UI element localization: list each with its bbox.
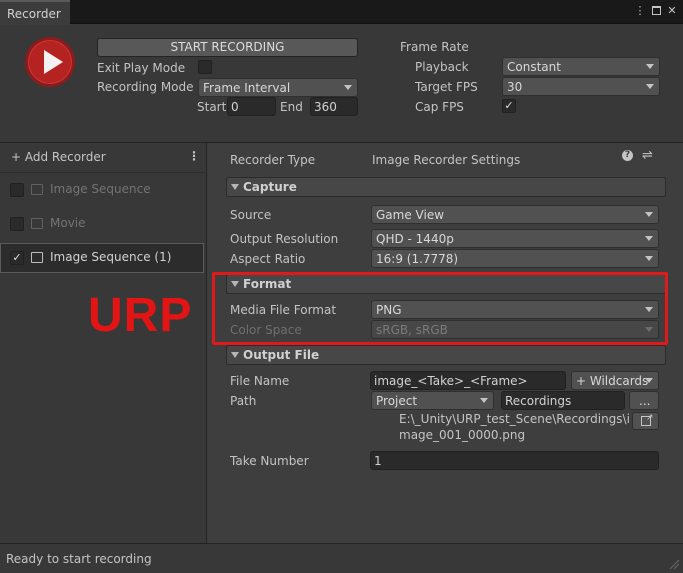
recording-mode-value: Frame Interval [203,81,291,95]
start-recording-button[interactable]: START RECORDING [97,38,358,57]
take-number-field[interactable]: 1 [370,451,659,470]
status-text: Ready to start recording [6,552,152,566]
output-file-section-header[interactable]: Output File [226,345,666,365]
path-root-dropdown[interactable]: Project [371,391,494,410]
wildcards-dropdown[interactable]: + Wildcards [571,371,659,390]
full-path-line-2: mage_001_0000.png [399,428,526,442]
add-recorder-button[interactable]: + Add Recorder [11,149,106,165]
window-tab-strip [0,0,683,24]
recording-mode-dropdown[interactable]: Frame Interval [198,78,358,97]
exit-play-mode-checkbox[interactable] [198,60,212,74]
start-frame-label: Start [197,100,227,114]
play-icon [44,50,63,74]
end-frame-field[interactable]: 360 [310,97,358,116]
file-name-field[interactable]: image_<Take>_<Frame> [370,371,566,390]
browse-button[interactable]: ... [629,391,659,410]
image-icon [31,252,43,263]
foldout-arrow-icon [231,352,239,358]
recorder-type-value: Image Recorder Settings [372,153,521,167]
source-label: Source [230,208,272,222]
image-icon [31,184,43,195]
list-menu-icon[interactable]: ⋮ [188,149,200,163]
path-root-value: Project [376,394,418,408]
path-label: Path [230,394,257,408]
full-path-line-1: E:\_Unity\URP_test_Scene\Recordings\i [399,412,630,426]
chevron-down-icon [646,64,654,69]
chevron-down-icon [646,84,654,89]
take-number-label: Take Number [230,454,309,468]
target-fps-dropdown[interactable]: 30 [502,77,660,96]
recording-mode-label: Recording Mode [97,80,194,94]
chevron-down-icon [645,256,653,261]
output-resolution-value: QHD - 1440p [376,232,454,246]
target-fps-value: 30 [507,80,523,94]
kebab-menu-icon[interactable]: ⋮ [634,5,646,17]
capture-title: Capture [243,180,297,194]
help-icon[interactable]: ? [622,150,633,161]
frame-rate-heading: Frame Rate [400,40,469,54]
chevron-down-icon [645,236,653,241]
cap-fps-label: Cap FPS [415,100,464,114]
aspect-ratio-label: Aspect Ratio [230,252,306,266]
chevron-down-icon [480,398,488,403]
recorder-item-label: Image Sequence (1) [50,250,172,264]
source-dropdown[interactable]: Game View [371,205,659,224]
divider [0,172,205,173]
target-fps-label: Target FPS [415,80,478,94]
exit-play-mode-label: Exit Play Mode [97,61,186,75]
urp-annotation: URP [88,289,193,342]
chevron-down-icon [645,378,653,383]
aspect-ratio-dropdown[interactable]: 16:9 (1.7778) [371,249,659,268]
file-name-label: File Name [230,374,290,388]
chevron-down-icon [645,212,653,217]
wildcards-label: + Wildcards [576,374,649,388]
recorder-type-label: Recorder Type [230,153,316,167]
recorder-enable-checkbox[interactable]: ✓ [10,251,24,265]
output-resolution-label: Output Resolution [230,232,339,246]
recorder-item-image-sequence[interactable]: Image Sequence [0,175,204,205]
chevron-down-icon [344,85,352,90]
preset-icon[interactable]: ⇌ [642,148,653,163]
movie-icon [31,218,43,229]
cap-fps-checkbox[interactable]: ✓ [502,99,516,113]
playback-value: Constant [507,60,561,74]
open-folder-button[interactable]: ↗ [632,412,659,430]
playback-label: Playback [415,60,469,74]
recorder-item-label: Movie [50,216,86,230]
recorder-enable-checkbox[interactable] [10,183,24,197]
close-icon[interactable]: ✕ [666,5,678,17]
output-file-title: Output File [243,348,320,362]
recorder-enable-checkbox[interactable] [10,217,24,231]
maximize-icon[interactable] [650,5,662,17]
path-field[interactable]: Recordings [501,391,625,410]
recorder-item-label: Image Sequence [50,182,151,196]
start-frame-field[interactable]: 0 [227,97,276,116]
capture-section-header[interactable]: Capture [226,177,666,197]
window-title: Recorder [7,7,61,21]
output-resolution-dropdown[interactable]: QHD - 1440p [371,229,659,248]
window-tab[interactable]: Recorder [0,0,70,25]
foldout-arrow-icon [231,184,239,190]
aspect-ratio-value: 16:9 (1.7778) [376,252,459,266]
playback-dropdown[interactable]: Constant [502,57,660,76]
recorder-item-image-sequence-1[interactable]: ✓ Image Sequence (1) [0,243,204,273]
end-frame-label: End [280,100,303,114]
highlight-box [212,272,668,345]
recorder-item-movie[interactable]: Movie [0,209,204,239]
record-button[interactable] [25,37,75,87]
resize-grip-icon[interactable] [668,560,680,570]
source-value: Game View [376,208,445,222]
